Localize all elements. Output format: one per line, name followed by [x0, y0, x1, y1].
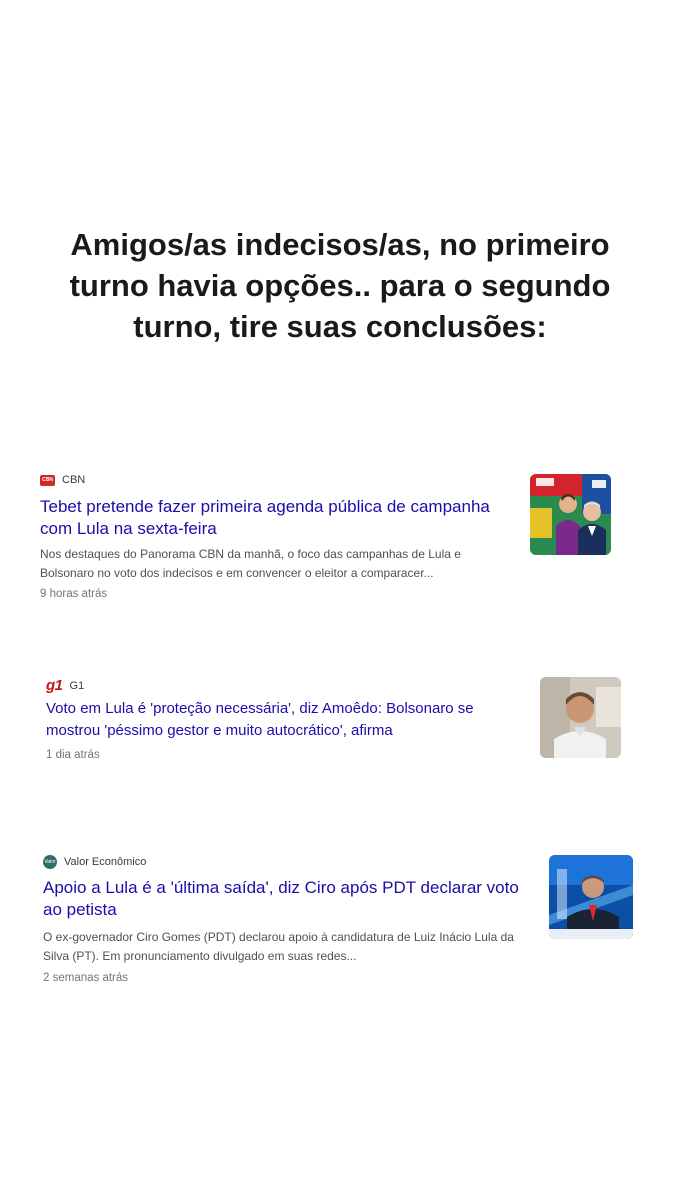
source-row: g1 G1 — [46, 677, 84, 694]
amoedo-photo-icon — [540, 677, 621, 758]
source-name: G1 — [69, 679, 85, 692]
news-snippet: O ex-governador Ciro Gomes (PDT) declaro… — [43, 930, 514, 963]
news-headline[interactable]: Voto em Lula é 'proteção necessária', di… — [46, 698, 526, 742]
source-row: CBN CBN — [40, 474, 85, 486]
news-snippet: Nos destaques do Panorama CBN da manhã, … — [40, 547, 461, 580]
news-thumbnail[interactable] — [540, 677, 621, 758]
source-name: Valor Econômico — [64, 856, 147, 868]
news-thumbnail[interactable] — [549, 855, 633, 939]
post-heading: Amigos/as indecisos/as, no primeiro turn… — [69, 227, 611, 344]
news-timestamp: 9 horas atrás — [40, 588, 108, 600]
g1-logo-icon: g1 — [46, 677, 63, 694]
news-headline[interactable]: Apoio a Lula é a 'última saída', diz Cir… — [43, 877, 523, 921]
tebet-lula-photo-icon — [530, 474, 611, 555]
news-thumbnail[interactable] — [530, 474, 611, 555]
ciro-photo-icon — [549, 855, 633, 939]
cbn-logo-icon: CBN — [40, 474, 55, 486]
news-headline[interactable]: Tebet pretende fazer primeira agenda púb… — [40, 496, 518, 540]
news-timestamp: 2 semanas atrás — [43, 972, 129, 984]
source-row: Valor Valor Econômico — [43, 855, 146, 869]
source-name: CBN — [62, 474, 86, 486]
valor-logo-icon: Valor — [43, 855, 57, 869]
news-timestamp: 1 dia atrás — [46, 749, 100, 761]
